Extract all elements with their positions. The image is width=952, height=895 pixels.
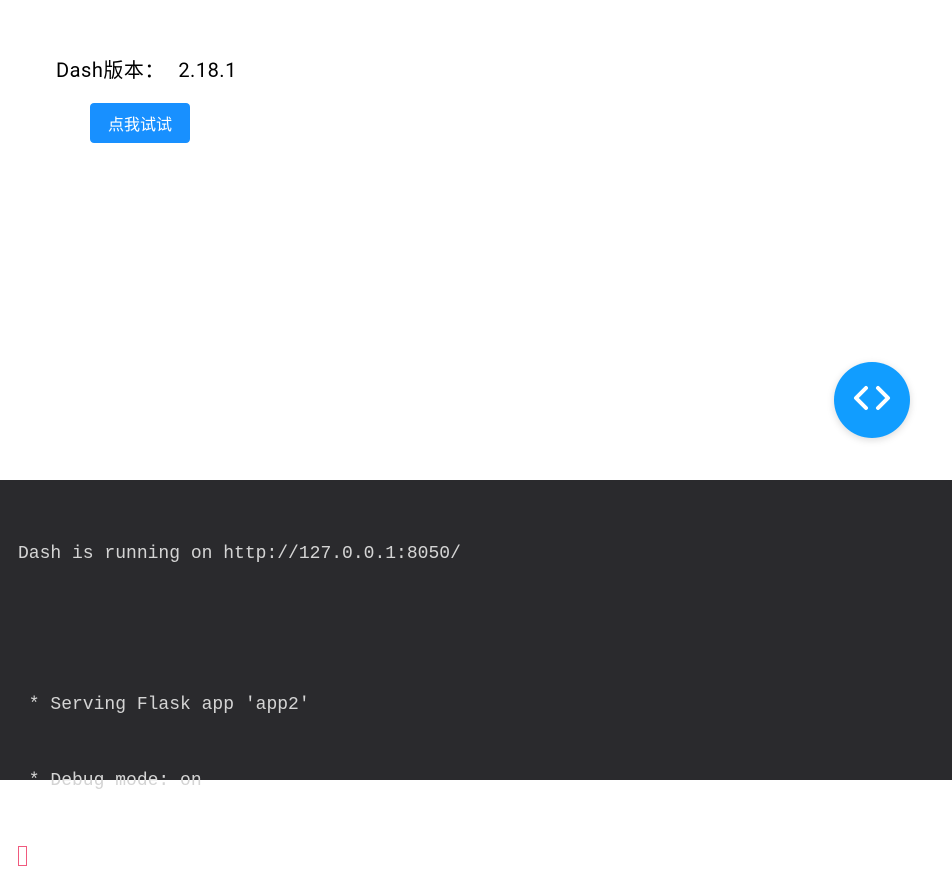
app-panel: Dash版本： 2.18.1 点我试试 bbox=[0, 0, 952, 480]
terminal-line: * Serving Flask app 'app2' bbox=[18, 693, 934, 718]
code-brackets-icon bbox=[848, 374, 896, 426]
terminal-line: Dash is running on http://127.0.0.1:8050… bbox=[18, 542, 934, 567]
cursor-line bbox=[18, 844, 934, 869]
terminal-blank-line bbox=[18, 618, 934, 643]
terminal-output: Dash is running on http://127.0.0.1:8050… bbox=[0, 480, 952, 780]
version-value: 2.18.1 bbox=[178, 58, 237, 82]
version-text: Dash版本： 2.18.1 bbox=[56, 54, 896, 83]
try-button[interactable]: 点我试试 bbox=[90, 103, 190, 143]
terminal-line: * Debug mode: on bbox=[18, 769, 934, 794]
version-label: Dash版本： bbox=[56, 58, 165, 82]
terminal-cursor-icon bbox=[18, 846, 27, 866]
devtools-toggle-button[interactable] bbox=[834, 362, 910, 438]
